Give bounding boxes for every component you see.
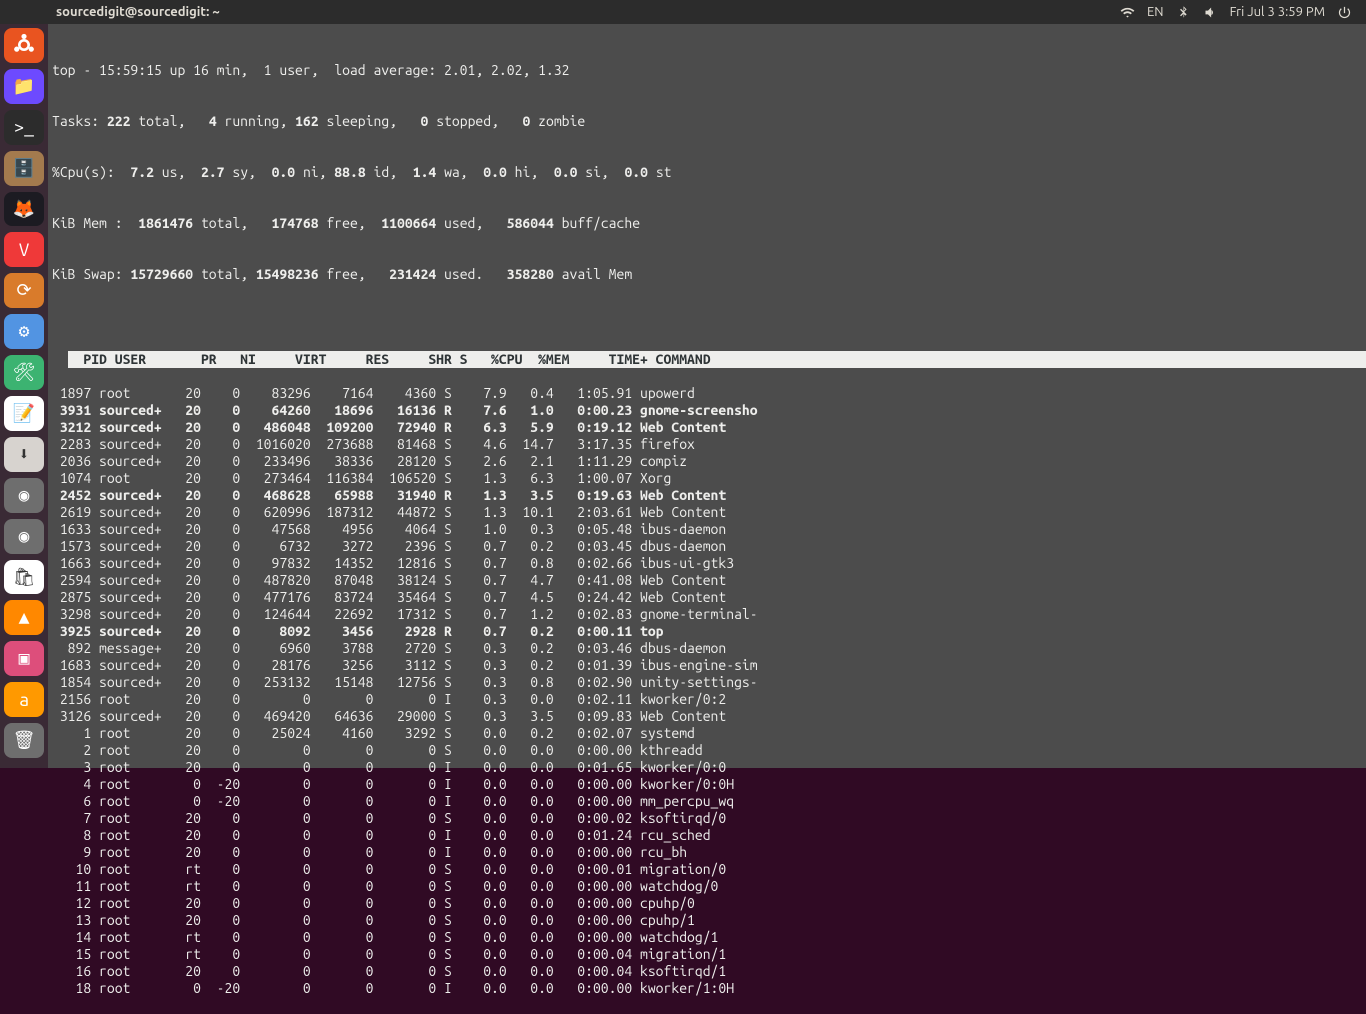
process-row: 14 root rt 0 0 0 0 S 0.0 0.0 0:00.00 wat…: [52, 929, 1362, 946]
process-row: 1897 root 20 0 83296 7164 4360 S 7.9 0.4…: [52, 385, 1362, 402]
launcher-trash[interactable]: 🗑: [4, 723, 44, 758]
window-title: sourcedigit@sourcedigit: ~: [56, 5, 220, 19]
process-row: 2452 sourced+ 20 0 468628 65988 31940 R …: [52, 487, 1362, 504]
process-row: 2619 sourced+ 20 0 620996 187312 44872 S…: [52, 504, 1362, 521]
process-row: 15 root rt 0 0 0 0 S 0.0 0.0 0:00.04 mig…: [52, 946, 1362, 963]
process-row: 1 root 20 0 25024 4160 3292 S 0.0 0.2 0:…: [52, 725, 1362, 742]
process-table-header: PID USER PR NI VIRT RES SHR S %CPU %MEM …: [68, 351, 1366, 368]
top-summary-line1: top - 15:59:15 up 16 min, 1 user, load a…: [52, 62, 1362, 79]
process-row: 2875 sourced+ 20 0 477176 83724 35464 S …: [52, 589, 1362, 606]
power-icon[interactable]: [1337, 5, 1352, 20]
process-row: 2594 sourced+ 20 0 487820 87048 38124 S …: [52, 572, 1362, 589]
process-row: 1854 sourced+ 20 0 253132 15148 12756 S …: [52, 674, 1362, 691]
language-indicator[interactable]: EN: [1147, 5, 1164, 19]
process-row: 1683 sourced+ 20 0 28176 3256 3112 S 0.3…: [52, 657, 1362, 674]
bluetooth-icon[interactable]: [1176, 5, 1191, 20]
process-table-body: 1897 root 20 0 83296 7164 4360 S 7.9 0.4…: [52, 385, 1362, 997]
process-row: 1633 sourced+ 20 0 47568 4956 4064 S 1.0…: [52, 521, 1362, 538]
launcher-settings[interactable]: ⚙: [4, 314, 44, 349]
process-row: 3931 sourced+ 20 0 64260 18696 16136 R 7…: [52, 402, 1362, 419]
process-row: 8 root 20 0 0 0 0 I 0.0 0.0 0:01.24 rcu_…: [52, 827, 1362, 844]
top-summary-tasks: Tasks: 222 total, 4 running, 162 sleepin…: [52, 113, 1362, 130]
process-row: 2156 root 20 0 0 0 0 I 0.3 0.0 0:02.11 k…: [52, 691, 1362, 708]
launcher-screenshot[interactable]: ▣: [4, 641, 44, 676]
process-row: 11 root rt 0 0 0 0 S 0.0 0.0 0:00.00 wat…: [52, 878, 1362, 895]
sound-icon[interactable]: [1203, 5, 1218, 20]
launcher-vivaldi[interactable]: V: [4, 232, 44, 267]
launcher-disk2[interactable]: ◉: [4, 519, 44, 554]
launcher-terminal[interactable]: >_: [4, 110, 44, 145]
process-row: 2036 sourced+ 20 0 233496 38336 28120 S …: [52, 453, 1362, 470]
launcher-archive[interactable]: ⬇: [4, 437, 44, 472]
launcher-vlc[interactable]: ▲: [4, 600, 44, 635]
process-row: 10 root rt 0 0 0 0 S 0.0 0.0 0:00.01 mig…: [52, 861, 1362, 878]
launcher-disk1[interactable]: ◉: [4, 478, 44, 513]
top-summary-mem: KiB Mem : 1861476 total, 174768 free, 11…: [52, 215, 1362, 232]
launcher-nautilus[interactable]: 🗄️: [4, 151, 44, 186]
launcher-software[interactable]: 🛍: [4, 560, 44, 595]
launcher-files[interactable]: 📁: [4, 69, 44, 104]
launcher-updater[interactable]: ⟳: [4, 273, 44, 308]
process-row: 13 root 20 0 0 0 0 S 0.0 0.0 0:00.00 cpu…: [52, 912, 1362, 929]
top-panel: sourcedigit@sourcedigit: ~ EN Fri Jul 3 …: [0, 0, 1366, 24]
process-row: 1074 root 20 0 273464 116384 106520 S 1.…: [52, 470, 1362, 487]
launcher: 📁 >_ 🗄️ 🦊 V ⟳ ⚙ 🛠 📝 ⬇ ◉ ◉ 🛍 ▲ ▣ a 🗑: [0, 0, 48, 768]
launcher-tweaks[interactable]: 🛠: [4, 355, 44, 390]
process-row: 3925 sourced+ 20 0 8092 3456 2928 R 0.7 …: [52, 623, 1362, 640]
wifi-icon[interactable]: [1120, 5, 1135, 20]
process-row: 6 root 0 -20 0 0 0 I 0.0 0.0 0:00.00 mm_…: [52, 793, 1362, 810]
process-row: 2 root 20 0 0 0 0 S 0.0 0.0 0:00.00 kthr…: [52, 742, 1362, 759]
process-row: 4 root 0 -20 0 0 0 I 0.0 0.0 0:00.00 kwo…: [52, 776, 1362, 793]
process-row: 3298 sourced+ 20 0 124644 22692 17312 S …: [52, 606, 1362, 623]
clock[interactable]: Fri Jul 3 3:59 PM: [1230, 5, 1325, 19]
process-row: 1573 sourced+ 20 0 6732 3272 2396 S 0.7 …: [52, 538, 1362, 555]
process-row: 1663 sourced+ 20 0 97832 14352 12816 S 0…: [52, 555, 1362, 572]
top-summary-cpu: %Cpu(s): 7.2 us, 2.7 sy, 0.0 ni, 88.8 id…: [52, 164, 1362, 181]
process-row: 892 message+ 20 0 6960 3788 2720 S 0.3 0…: [52, 640, 1362, 657]
terminal[interactable]: top - 15:59:15 up 16 min, 1 user, load a…: [48, 24, 1366, 768]
launcher-show-apps[interactable]: [4, 28, 44, 63]
launcher-text-edit[interactable]: 📝: [4, 396, 44, 431]
process-row: 3126 sourced+ 20 0 469420 64636 29000 S …: [52, 708, 1362, 725]
process-row: 2283 sourced+ 20 0 1016020 273688 81468 …: [52, 436, 1362, 453]
launcher-firefox[interactable]: 🦊: [4, 192, 44, 227]
process-row: 9 root 20 0 0 0 0 I 0.0 0.0 0:00.00 rcu_…: [52, 844, 1362, 861]
process-row: 3212 sourced+ 20 0 486048 109200 72940 R…: [52, 419, 1362, 436]
process-row: 18 root 0 -20 0 0 0 I 0.0 0.0 0:00.00 kw…: [52, 980, 1362, 997]
launcher-amazon[interactable]: a: [4, 682, 44, 717]
top-summary-swap: KiB Swap: 15729660 total, 15498236 free,…: [52, 266, 1362, 283]
process-row: 16 root 20 0 0 0 0 S 0.0 0.0 0:00.04 kso…: [52, 963, 1362, 980]
process-row: 7 root 20 0 0 0 0 S 0.0 0.0 0:00.02 ksof…: [52, 810, 1362, 827]
process-row: 12 root 20 0 0 0 0 S 0.0 0.0 0:00.00 cpu…: [52, 895, 1362, 912]
